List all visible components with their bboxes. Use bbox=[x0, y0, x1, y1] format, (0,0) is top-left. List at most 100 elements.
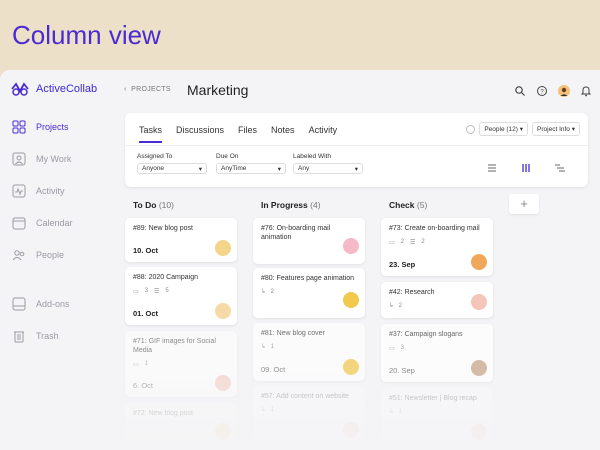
card-meta: ┕ 1 bbox=[389, 409, 485, 416]
project-info-button[interactable]: Project Info ▾ bbox=[532, 122, 580, 136]
pulse-icon bbox=[12, 184, 26, 198]
card-meta: ▭ 1 bbox=[133, 361, 229, 368]
chevron-down-icon: ▾ bbox=[277, 165, 281, 173]
column-count: (4) bbox=[310, 200, 321, 210]
card-title: #88: 2020 Campaign bbox=[133, 274, 198, 281]
card-title: #81: New blog cover bbox=[261, 330, 325, 337]
tab-notes[interactable]: Notes bbox=[271, 125, 295, 143]
sidebar-item-my-work[interactable]: My Work bbox=[12, 152, 71, 166]
task-card[interactable]: #51: Newsletter | Blog recap ┕ 1 bbox=[381, 388, 493, 446]
card-date: 23. Sep bbox=[389, 260, 416, 269]
clock-icon[interactable] bbox=[466, 124, 476, 134]
card-title: #71: GIF images for Social Media bbox=[133, 338, 216, 354]
add-column-button[interactable]: + bbox=[509, 194, 539, 214]
comment-count: 2 bbox=[400, 239, 405, 245]
avatar bbox=[471, 254, 487, 270]
task-card[interactable]: #72: New blog post bbox=[125, 403, 237, 443]
svg-text:?: ? bbox=[540, 90, 544, 96]
subtask-icon: ☰ bbox=[154, 289, 160, 295]
timeline-view-icon[interactable] bbox=[554, 163, 566, 173]
addons-icon bbox=[12, 297, 26, 311]
breadcrumb[interactable]: ‹ PROJECTS bbox=[124, 86, 171, 93]
logo-text: ActiveCollab bbox=[36, 83, 98, 95]
app-window: ActiveCollab Projects My Work Activity C… bbox=[0, 70, 600, 450]
chevron-down-icon: ▾ bbox=[354, 165, 358, 173]
task-card[interactable]: #71: GIF images for Social Media ▭ 1 6. O… bbox=[125, 331, 237, 397]
list-view-icon[interactable] bbox=[486, 163, 498, 173]
task-card[interactable]: #89: New blog post 10. Oct bbox=[125, 218, 237, 262]
filter-assigned-to: Assigned To Anyone ▾ bbox=[137, 153, 207, 174]
task-card[interactable]: #88: 2020 Campaign ▭ 3 ☰ 5 01. Oct bbox=[125, 267, 237, 325]
sidebar-item-label: Activity bbox=[36, 186, 65, 196]
sidebar-item-people[interactable]: People bbox=[12, 248, 64, 262]
comment-icon: ▭ bbox=[133, 289, 139, 295]
tab-activity[interactable]: Activity bbox=[309, 125, 338, 143]
subtask-count: 5 bbox=[165, 288, 169, 294]
subtask-count: 1 bbox=[270, 407, 274, 413]
subtask-icon: ┕ bbox=[261, 290, 265, 296]
avatar bbox=[471, 424, 487, 440]
labeled-with-select[interactable]: Any ▾ bbox=[293, 163, 363, 174]
task-card[interactable]: #37: Campaign slogans ▭ 3 20. Sep bbox=[381, 324, 493, 382]
avatar bbox=[343, 422, 359, 438]
people-button[interactable]: People (12) ▾ bbox=[479, 122, 529, 136]
card-meta: ┕ 2 bbox=[261, 289, 357, 296]
avatar bbox=[471, 360, 487, 376]
avatar bbox=[215, 240, 231, 256]
sidebar-item-add-ons[interactable]: Add-ons bbox=[12, 297, 70, 311]
subtask-count: 2 bbox=[421, 239, 425, 245]
task-card[interactable]: #73: Create on-boarding mail ▭ 2 ☰ 2 23. Se… bbox=[381, 218, 493, 276]
chevron-down-icon: ▾ bbox=[198, 165, 202, 173]
column-view-icon[interactable] bbox=[520, 163, 532, 173]
tab-tasks[interactable]: Tasks bbox=[139, 125, 163, 143]
task-card[interactable]: #42: Research ┕ 2 bbox=[381, 282, 493, 318]
sidebar-item-label: My Work bbox=[36, 154, 72, 164]
column-name: Check bbox=[389, 200, 415, 210]
sidebar-item-projects[interactable]: Projects bbox=[12, 120, 69, 134]
bell-icon[interactable] bbox=[580, 85, 592, 97]
search-icon[interactable] bbox=[514, 85, 526, 97]
tab-discussions[interactable]: Discussions bbox=[176, 125, 224, 143]
user-avatar[interactable] bbox=[558, 85, 570, 97]
tab-files[interactable]: Files bbox=[238, 125, 257, 143]
sidebar-item-label: Add-ons bbox=[36, 299, 70, 309]
calendar-icon bbox=[12, 217, 26, 230]
avatar bbox=[215, 423, 231, 439]
column-count: (5) bbox=[416, 200, 428, 210]
task-card[interactable]: #76: On-boarding mail animation bbox=[253, 218, 365, 264]
assigned-to-select[interactable]: Anyone ▾ bbox=[137, 163, 207, 174]
card-date: 10. Oct bbox=[133, 246, 159, 255]
help-icon[interactable]: ? bbox=[536, 85, 548, 97]
banner-title: Column view bbox=[12, 20, 161, 50]
task-card[interactable]: #81: New blog cover ┕ 1 09. Oct bbox=[253, 323, 365, 381]
select-value: Any bbox=[298, 165, 310, 172]
sidebar: ActiveCollab Projects My Work Activity C… bbox=[0, 70, 110, 450]
due-on-select[interactable]: AnyTime ▾ bbox=[216, 163, 286, 174]
person-icon bbox=[12, 152, 26, 166]
trash-icon bbox=[14, 331, 24, 343]
card-title: #42: Research bbox=[389, 289, 435, 296]
tabs-divider bbox=[125, 145, 588, 146]
subtask-count: 2 bbox=[270, 289, 274, 295]
avatar bbox=[215, 303, 231, 319]
column-count: (10) bbox=[158, 200, 174, 210]
subtask-icon: ┕ bbox=[389, 304, 393, 310]
sidebar-item-activity[interactable]: Activity bbox=[12, 184, 65, 198]
comment-icon: ▭ bbox=[133, 362, 139, 368]
card-title: #51: Newsletter | Blog recap bbox=[389, 395, 477, 402]
avatar bbox=[343, 238, 359, 254]
task-card[interactable]: #57: Add content on website ┕ 1 bbox=[253, 386, 365, 444]
card-date: 20. Sep bbox=[389, 366, 415, 375]
logo[interactable]: ActiveCollab bbox=[10, 81, 97, 97]
filter-label: Assigned To bbox=[137, 153, 173, 160]
card-meta: ▭ 3 bbox=[389, 345, 485, 352]
subtask-count: 2 bbox=[398, 303, 402, 309]
comment-count: 1 bbox=[144, 361, 149, 367]
column-name: To Do bbox=[133, 200, 157, 210]
sidebar-item-calendar[interactable]: Calendar bbox=[12, 216, 73, 230]
sidebar-item-trash[interactable]: Trash bbox=[12, 329, 59, 343]
panel-actions: People (12) ▾ Project Info ▾ bbox=[466, 122, 580, 136]
avatar bbox=[215, 375, 231, 391]
avatar bbox=[343, 292, 359, 308]
task-card[interactable]: #80: Features page animation ┕ 2 bbox=[253, 268, 365, 318]
